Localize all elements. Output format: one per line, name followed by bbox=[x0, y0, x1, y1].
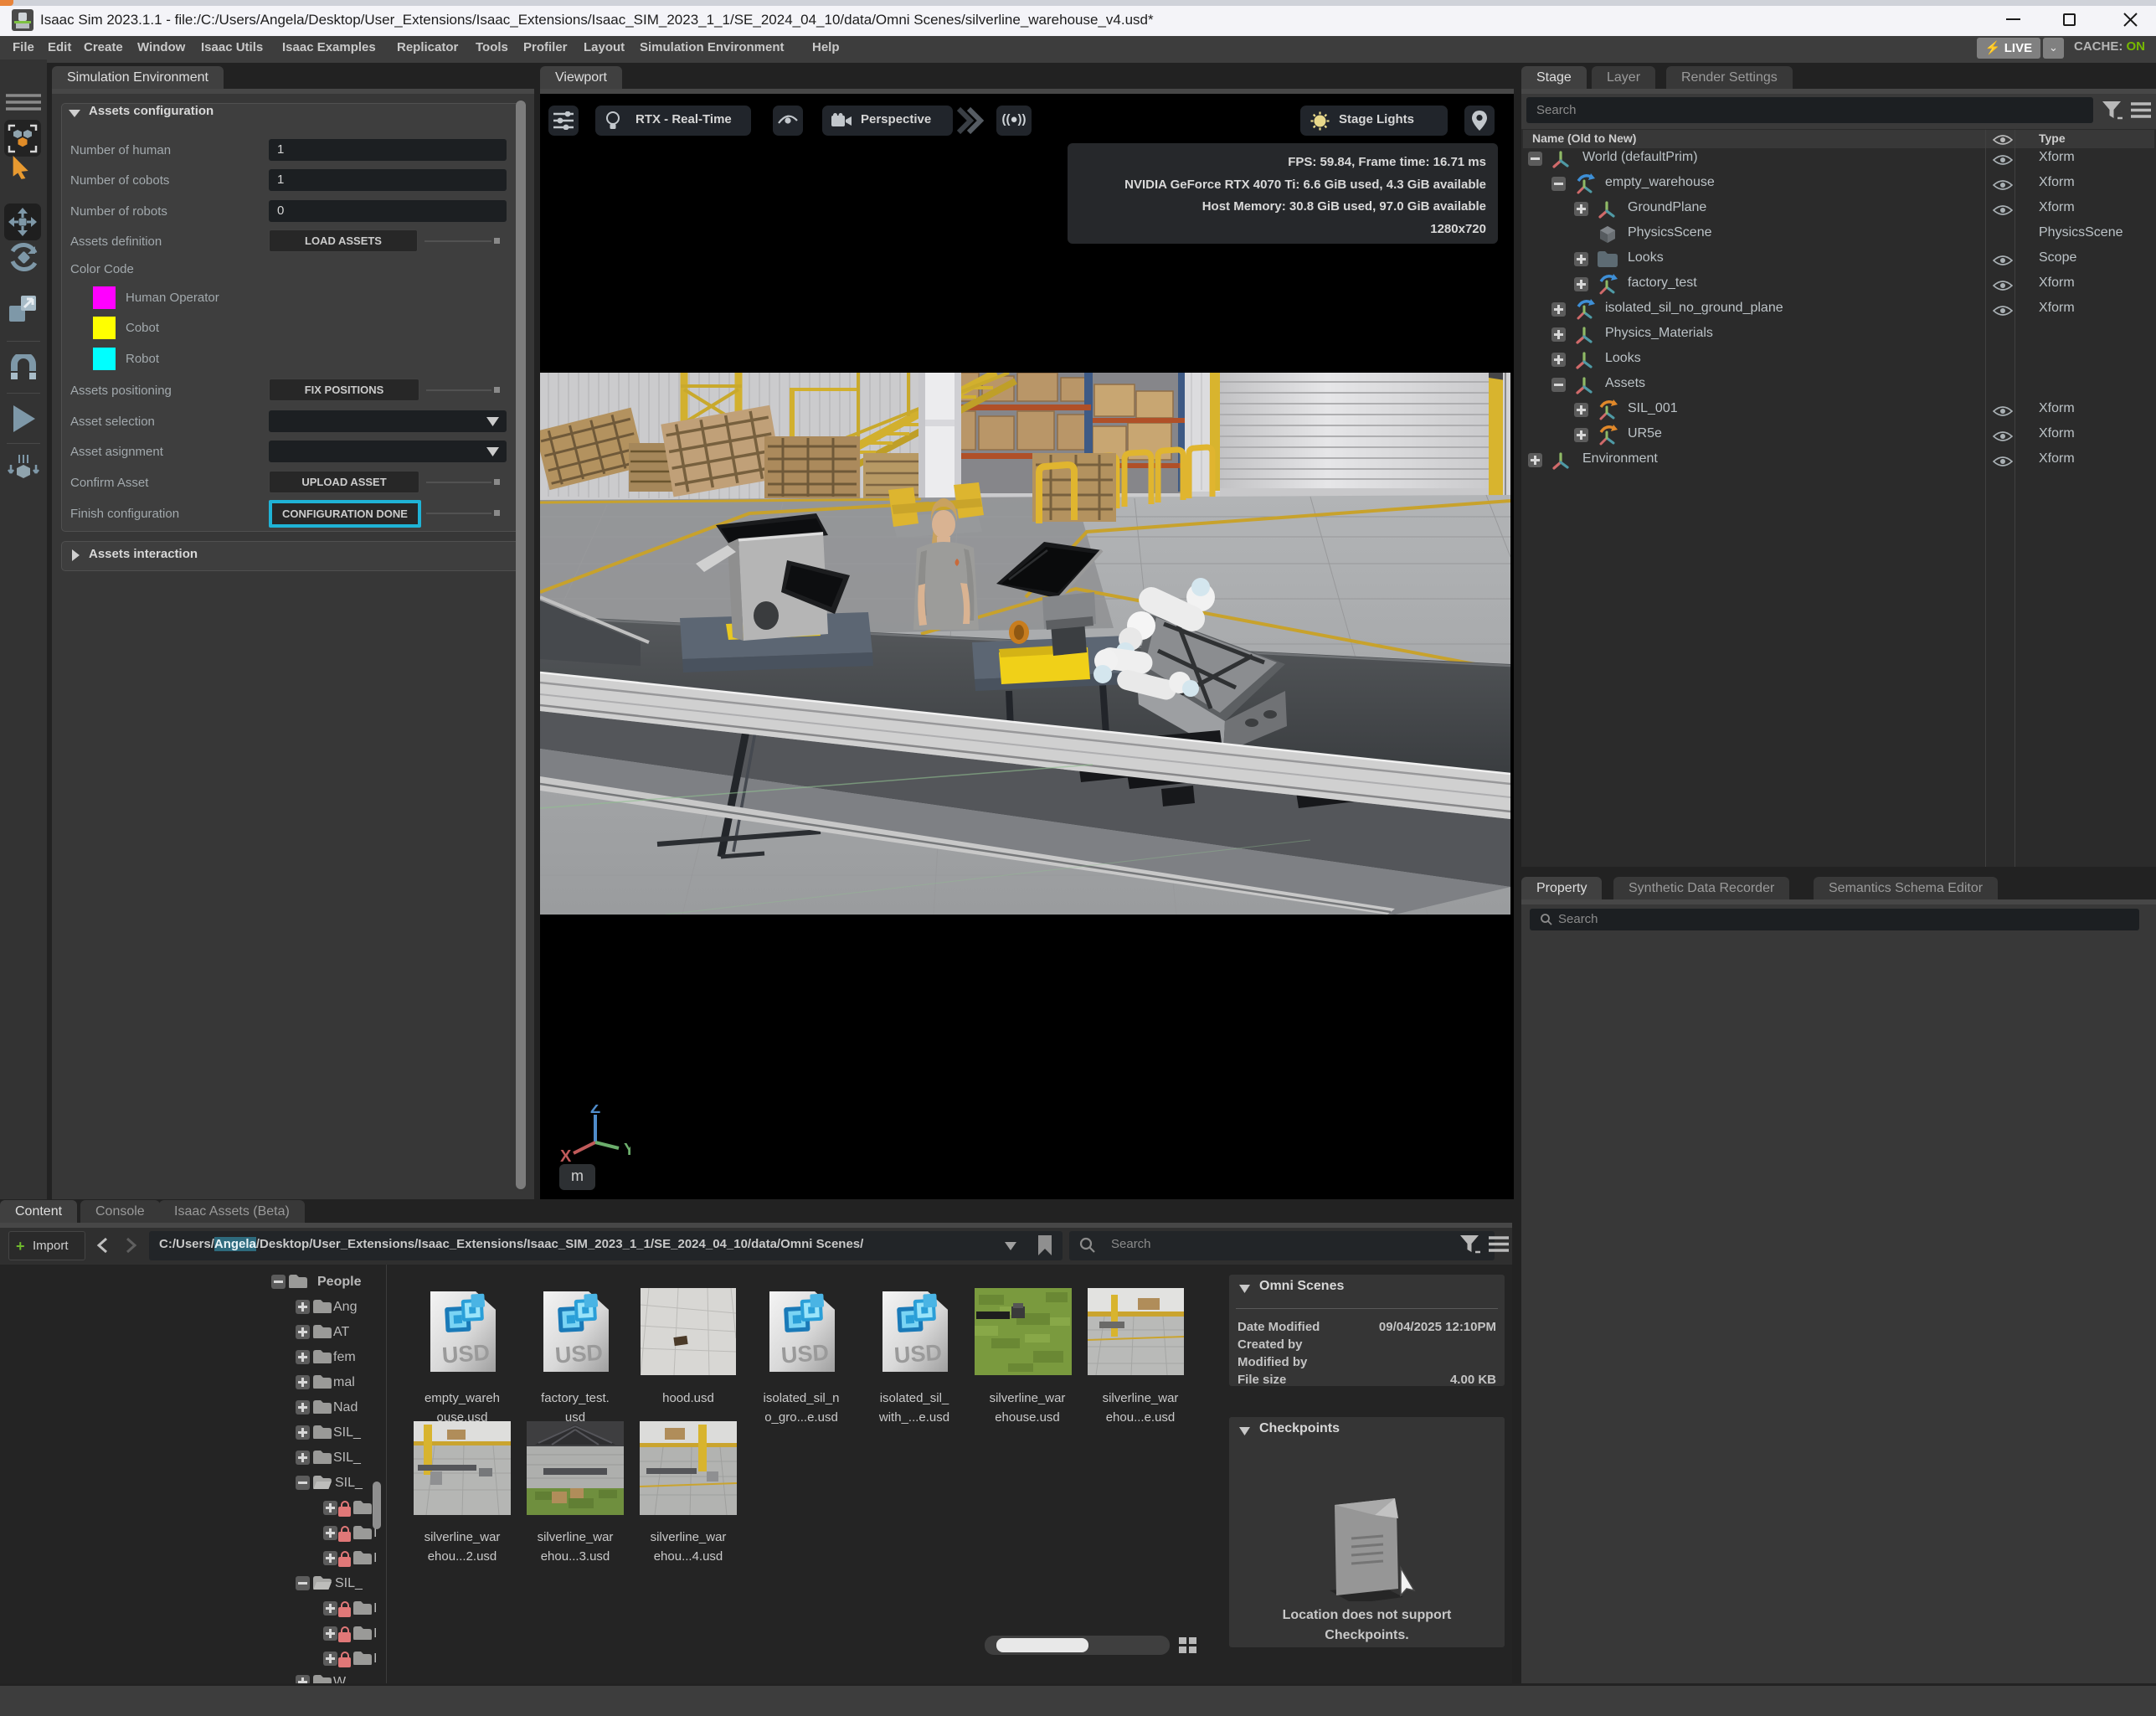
svg-text:Z: Z bbox=[590, 1105, 600, 1117]
svg-text:Y: Y bbox=[624, 1141, 630, 1159]
svg-text:X: X bbox=[560, 1147, 572, 1166]
